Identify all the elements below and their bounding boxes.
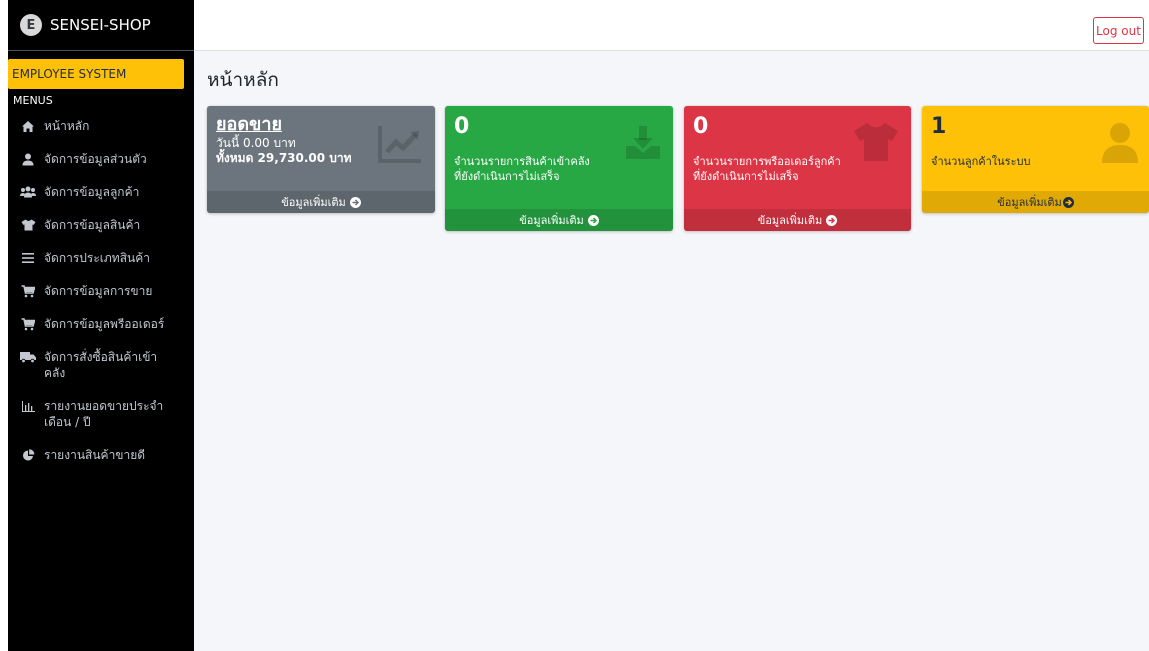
brand-logo: E [20,14,42,36]
truck-icon [20,349,36,365]
sidebar-nav: หน้าหลัก จัดการข้อมูลส่วนตัว จัดการข้อมู… [8,118,194,463]
sidebar-item-label: จัดการสั่งซื้อสินค้าเข้าคลัง [44,350,158,380]
sidebar-item-monthly-report[interactable]: รายงานยอดขายประจำเดือน / ปี [8,398,194,430]
stock-in-desc-line2: ที่ยังดำเนินการไม่เสร็จ [454,170,560,183]
sidebar-item-home[interactable]: หน้าหลัก [8,118,194,134]
arrow-circle-right-icon [826,214,838,226]
page-title: หน้าหลัก [207,69,279,91]
preorder-more-link[interactable]: ข้อมูลเพิ่มเติม [684,209,911,231]
home-icon [20,118,36,134]
arrow-circle-right-icon [349,196,361,208]
cart-icon [20,316,36,332]
sidebar-item-label: จัดการข้อมูลลูกค้า [44,185,140,199]
arrow-circle-right-icon [587,214,599,226]
brand-name: SENSEI-SHOP [50,16,151,34]
download-icon [625,124,661,164]
more-info-label: ข้อมูลเพิ่มเติม [757,214,823,227]
sidebar-item-purchase-orders[interactable]: จัดการสั่งซื้อสินค้าเข้าคลัง [8,349,194,381]
sidebar-item-profile[interactable]: จัดการข้อมูลส่วนตัว [8,151,194,167]
tshirt-icon [20,217,36,233]
cart-icon [20,283,36,299]
sidebar-item-categories[interactable]: จัดการประเภทสินค้า [8,250,194,266]
sidebar-item-label: จัดการข้อมูลพรีออเดอร์ [44,317,165,331]
user-icon [1101,122,1139,168]
more-info-label: ข้อมูลเพิ่มเติม [997,196,1062,209]
preorder-card: 0 จำนวนรายการพรีออเดอร์ลูกค้า ที่ยังดำเน… [684,106,911,231]
stock-in-more-link[interactable]: ข้อมูลเพิ่มเติม [445,209,673,231]
stock-in-card: 0 จำนวนรายการสินค้าเข้าคลัง ที่ยังดำเนิน… [445,106,673,231]
sidebar-item-label: หน้าหลัก [44,119,90,133]
topbar: Log out [194,0,1149,51]
tshirt-icon [853,122,899,166]
more-info-label: ข้อมูลเพิ่มเติม [281,196,346,209]
sidebar-item-preorders[interactable]: จัดการข้อมูลพรีออเดอร์ [8,316,194,332]
customers-more-link[interactable]: ข้อมูลเพิ่มเติม [922,191,1149,213]
bar-chart-icon [20,398,36,414]
sales-more-link[interactable]: ข้อมูลเพิ่มเติม [207,191,435,213]
menus-header: MENUS [13,94,53,107]
employee-system-section[interactable]: EMPLOYEE SYSTEM [8,59,184,89]
sidebar-item-bestseller-report[interactable]: รายงานสินค้าขายดี [8,447,194,463]
chart-line-icon [377,124,423,168]
window-edge [0,0,8,651]
sidebar-item-customers[interactable]: จัดการข้อมูลลูกค้า [8,184,194,200]
sales-card: ยอดขาย วันนี้ 0.00 บาท ทั้งหมด 29,730.00… [207,106,435,213]
preorder-desc-line2: ที่ยังดำเนินการไม่เสร็จ [693,170,799,183]
pie-chart-icon [20,447,36,463]
sidebar-item-label: จัดการข้อมูลการขาย [44,284,153,298]
list-icon [20,250,36,266]
main-content: หน้าหลัก ยอดขาย วันนี้ 0.00 บาท ทั้งหมด … [194,51,1149,651]
sidebar-item-sales[interactable]: จัดการข้อมูลการขาย [8,283,194,299]
user-icon [20,151,36,167]
logout-button[interactable]: Log out [1093,17,1144,44]
sidebar-item-label: จัดการข้อมูลสินค้า [44,218,141,232]
arrow-circle-right-icon [1062,196,1074,208]
more-info-label: ข้อมูลเพิ่มเติม [519,214,584,227]
sidebar-item-label: จัดการข้อมูลส่วนตัว [44,152,147,166]
sidebar-item-label: รายงานสินค้าขายดี [44,448,146,462]
brand[interactable]: E SENSEI-SHOP [8,0,194,51]
sidebar-item-label: จัดการประเภทสินค้า [44,251,150,265]
users-icon [20,184,36,200]
customers-card: 1 จำนวนลูกค้าในระบบ ข้อมูลเพิ่มเติม [922,106,1149,213]
sidebar: E SENSEI-SHOP EMPLOYEE SYSTEM MENUS หน้า… [8,0,194,651]
sidebar-item-label: รายงานยอดขายประจำเดือน / ปี [44,399,164,429]
sidebar-item-products[interactable]: จัดการข้อมูลสินค้า [8,217,194,233]
